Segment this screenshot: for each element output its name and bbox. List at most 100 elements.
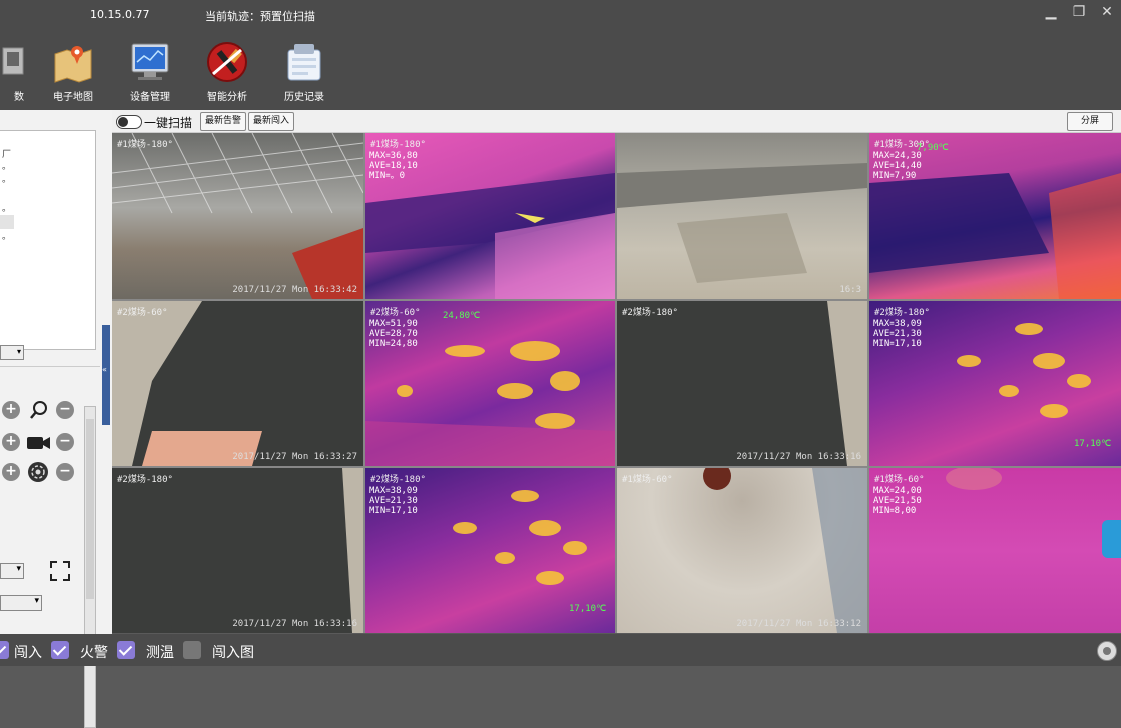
camera-label: #2煤场-60° xyxy=(370,308,421,318)
tree-item[interactable]: 。 xyxy=(2,172,11,185)
temp-max: MAX=36,80 xyxy=(369,151,418,161)
history-icon xyxy=(282,40,326,84)
filter-label: 闯入图 xyxy=(212,645,254,661)
temp-stats: MAX=38,09 AVE=21,30 MIN=17,10 xyxy=(873,319,922,349)
camera-label: #1煤场-60° xyxy=(874,475,925,485)
tree-item[interactable]: 。 xyxy=(2,229,11,242)
chevron-down-icon: ▾ xyxy=(16,564,21,574)
timestamp: 2017/11/27 Mon 16:33:12 xyxy=(736,619,861,629)
collapse-arrow-icon: « xyxy=(102,365,107,374)
video-cell[interactable]: #2煤场-180° 2017/11/27 Mon 16:33:16 xyxy=(617,301,867,466)
thermal-cell[interactable]: #2煤场-60° MAX=51,90 AVE=28,70 MIN=24,80 2… xyxy=(365,301,615,466)
iris-minus-button[interactable]: − xyxy=(56,463,74,481)
preset-select[interactable]: ▾ xyxy=(0,345,24,360)
video-cell[interactable]: #1煤场-180° 2017/11/27 Mon 16:33:42 xyxy=(112,133,363,299)
temp-stats: MAX=51,90 AVE=28,70 MIN=24,80 xyxy=(369,319,418,349)
video-cell[interactable]: #2煤场-180° 2017/11/27 Mon 16:33:16 xyxy=(112,468,363,633)
chat-bubble-icon[interactable] xyxy=(1102,520,1121,558)
temp-ave: AVE=21,30 xyxy=(873,329,922,339)
temp-marker: 7,90℃ xyxy=(917,143,949,153)
minimize-icon[interactable]: ▁ xyxy=(1042,4,1060,20)
camera-icon xyxy=(27,435,51,455)
tree-item[interactable]: 。 xyxy=(2,159,11,172)
fullscreen-icon[interactable] xyxy=(49,560,71,586)
toolbar-label: 历史记录 xyxy=(284,92,324,103)
temp-max: MAX=24,30 xyxy=(873,151,922,161)
temp-stats: MAX=36,80 AVE=18,10 MIN=。0 xyxy=(369,151,418,181)
map-icon xyxy=(51,40,95,84)
server-ip: 10.15.0.77 xyxy=(90,8,150,21)
video-cell[interactable]: 16:3 xyxy=(617,133,867,299)
temp-min: MIN=17,10 xyxy=(873,339,922,349)
status-bar: 闯入 火警 测温 闯入图 xyxy=(0,634,1121,666)
toolbar-label: 数 xyxy=(14,92,24,103)
zoom-icon xyxy=(29,400,49,424)
temp-ave: AVE=14,40 xyxy=(873,161,922,171)
toolbar-label: 设备管理 xyxy=(130,92,170,103)
tree-item-selected[interactable] xyxy=(0,215,14,229)
scrollbar[interactable] xyxy=(84,406,96,728)
video-cell[interactable]: #1煤场-60° 2017/11/27 Mon 16:33:12 xyxy=(617,468,867,633)
filter-checkbox-temp[interactable] xyxy=(117,641,135,659)
temp-marker: 17,10℃ xyxy=(1074,439,1112,449)
filter-checkbox-fire[interactable] xyxy=(51,641,69,659)
temp-ave: AVE=18,10 xyxy=(369,161,418,171)
video-toolbar: 一键扫描 最新告警 最新闯入 分屏 xyxy=(112,110,1121,133)
collapse-handle[interactable]: « xyxy=(102,325,110,425)
zoom-plus-button[interactable]: + xyxy=(2,433,20,451)
split-screen-button[interactable]: 分屏 xyxy=(1067,112,1113,131)
temp-max: MAX=24,00 xyxy=(873,486,922,496)
speed-select[interactable]: ▾ xyxy=(0,563,24,579)
filter-label: 闯入 xyxy=(14,645,42,661)
camera-label: #2煤场-180° xyxy=(874,308,930,318)
toolbar-devices[interactable]: 设备管理 xyxy=(115,40,185,103)
camera-label: #2煤场-180° xyxy=(370,475,426,485)
scan-toggle[interactable] xyxy=(116,115,142,129)
thermal-cell[interactable]: #2煤场-180° MAX=38,09 AVE=21,30 MIN=17,10 … xyxy=(869,301,1121,466)
left-panel: 厂 。 。 。 。 ▾ + − + − + − ▾ ▾ xyxy=(0,110,112,728)
timestamp: 2017/11/27 Mon 16:33:16 xyxy=(736,452,861,462)
zoom-minus-button[interactable]: − xyxy=(56,433,74,451)
latest-intrusion-button[interactable]: 最新闯入 xyxy=(248,112,294,131)
thermal-cell[interactable]: #1煤场-300° MAX=24,30 AVE=14,40 MIN=7,90 7… xyxy=(869,133,1121,299)
filter-label: 测温 xyxy=(146,645,174,661)
toolbar-partial[interactable]: 数 xyxy=(0,40,40,103)
filter-checkbox-intrusion-image[interactable] xyxy=(183,641,201,659)
monitor-icon xyxy=(128,40,172,84)
device-tree[interactable]: 厂 。 。 。 。 xyxy=(0,130,96,350)
timestamp: 16:3 xyxy=(839,285,861,295)
toolbar-label: 智能分析 xyxy=(207,92,247,103)
camera-label: #1煤场-180° xyxy=(117,140,173,150)
title-bar: 10.15.0.77 当前轨迹：预置位扫描 ▁ ❐ ✕ 数 电子地图 设备管理 … xyxy=(0,0,1121,110)
toolbar-map[interactable]: 电子地图 xyxy=(38,40,108,103)
iris-plus-button[interactable]: + xyxy=(2,463,20,481)
latest-alarm-button[interactable]: 最新告警 xyxy=(200,112,246,131)
timestamp: 2017/11/27 Mon 16:33:27 xyxy=(232,452,357,462)
settings-icon[interactable] xyxy=(1097,641,1117,661)
tree-item[interactable]: 。 xyxy=(2,201,11,214)
chevron-down-icon: ▾ xyxy=(34,596,39,606)
thermal-cell[interactable]: #1煤场-180° MAX=36,80 AVE=18,10 MIN=。0 xyxy=(365,133,615,299)
focus-plus-button[interactable]: + xyxy=(2,401,20,419)
video-cell[interactable]: #2煤场-60° 2017/11/27 Mon 16:33:27 xyxy=(112,301,363,466)
current-track: 当前轨迹：预置位扫描 xyxy=(205,10,315,23)
maximize-icon[interactable]: ❐ xyxy=(1070,4,1088,20)
toolbar-history[interactable]: 历史记录 xyxy=(269,40,339,103)
focus-minus-button[interactable]: − xyxy=(56,401,74,419)
filter-checkbox-intrusion[interactable] xyxy=(0,641,9,659)
timestamp: 2017/11/27 Mon 16:33:42 xyxy=(232,285,357,295)
toolbar-analysis[interactable]: 智能分析 xyxy=(192,40,262,103)
temp-max: MAX=51,90 xyxy=(369,319,418,329)
thermal-cell[interactable]: #1煤场-60° MAX=24,00 AVE=21,50 MIN=8,00 xyxy=(869,468,1121,633)
thermal-cell[interactable]: #2煤场-180° MAX=38,09 AVE=21,30 MIN=17,10 … xyxy=(365,468,615,633)
mode-select[interactable]: ▾ xyxy=(0,595,42,611)
scrollbar-thumb[interactable] xyxy=(86,419,94,599)
temp-stats: MAX=38,09 AVE=21,30 MIN=17,10 xyxy=(369,486,418,516)
divider xyxy=(0,366,100,367)
analysis-icon xyxy=(205,40,249,84)
temp-max: MAX=38,09 xyxy=(873,319,922,329)
temp-ave: AVE=21,50 xyxy=(873,496,922,506)
video-grid: #1煤场-180° 2017/11/27 Mon 16:33:42 #1煤场-1… xyxy=(112,133,1121,633)
close-icon[interactable]: ✕ xyxy=(1098,4,1116,20)
partial-icon xyxy=(0,40,27,84)
